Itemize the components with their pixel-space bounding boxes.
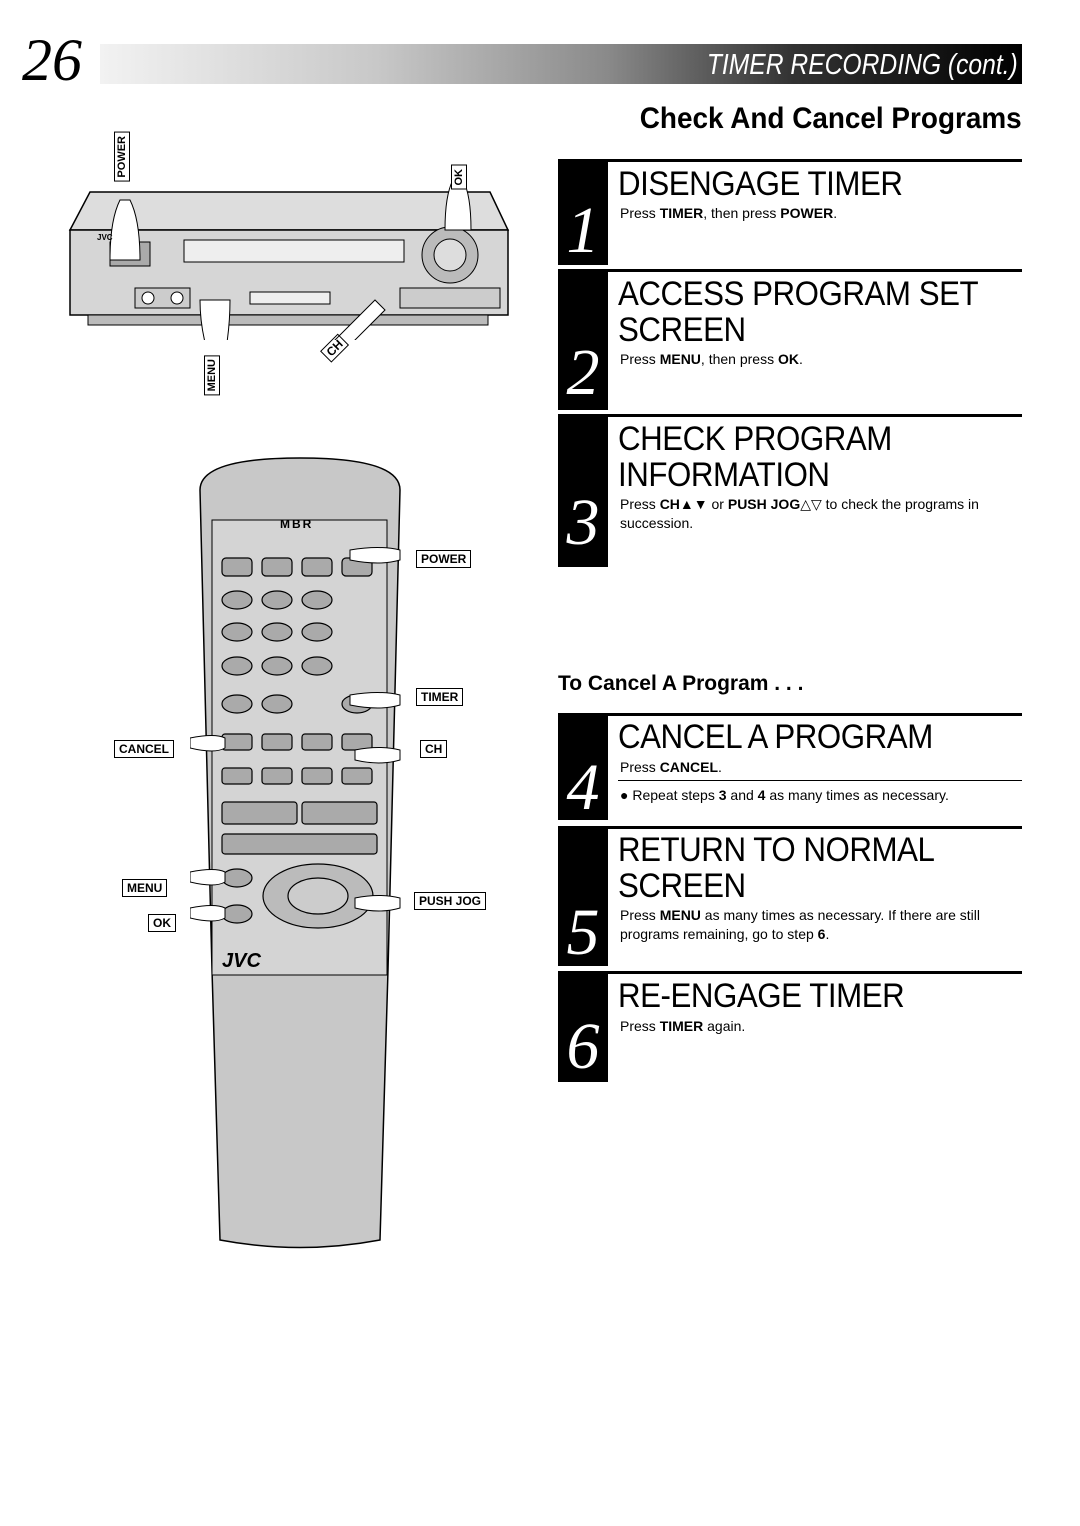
step-note: ● Repeat steps 3 and 4 as many times as … xyxy=(620,787,949,803)
step-number: 4 xyxy=(566,751,600,824)
remote-brand-logo: JVC xyxy=(222,950,261,972)
step-text: Press CANCEL. xyxy=(620,759,722,775)
step-number: 5 xyxy=(566,896,600,969)
divider xyxy=(618,780,1022,781)
vcr-menu-label: MENU xyxy=(204,355,220,396)
manual-page: 26 TIMER RECORDING (cont.) Check And Can… xyxy=(0,0,1080,1526)
remote-ch-label: CH xyxy=(420,740,448,758)
vcr-brand-logo: JVC xyxy=(97,233,113,242)
step-number: 2 xyxy=(566,336,600,409)
subheading: To Cancel A Program . . . xyxy=(558,672,804,695)
vcr-ok-label: OK xyxy=(451,165,467,190)
remote-illustration xyxy=(190,457,401,1249)
vcr-illustration xyxy=(68,179,510,340)
page-number: 26 xyxy=(22,27,82,93)
section-title: Check And Cancel Programs xyxy=(640,102,1022,135)
step-rule xyxy=(558,269,1022,272)
step-title: ACCESS PROGRAM SET SCREEN xyxy=(618,275,978,349)
step-title: RETURN TO NORMAL SCREEN xyxy=(618,831,934,905)
step-number: 1 xyxy=(566,194,600,267)
remote-logo: MBR xyxy=(280,517,314,531)
step-title: DISENGAGE TIMER xyxy=(618,165,903,203)
step-title: CHECK PROGRAM INFORMATION xyxy=(618,420,892,494)
step-text: Press MENU, then press OK. xyxy=(620,351,803,367)
step-text: Press MENU as many times as necessary. I… xyxy=(620,907,980,942)
remote-power-label: POWER xyxy=(416,550,472,568)
step-rule xyxy=(558,414,1022,417)
step-rule xyxy=(558,159,1022,162)
step-rule xyxy=(558,971,1022,974)
step-text: Press TIMER again. xyxy=(620,1018,746,1034)
step-text: Press CH▲▼ or PUSH JOG△▽ to check the pr… xyxy=(620,496,979,531)
remote-ok-label: OK xyxy=(148,914,176,932)
remote-cancel-label: CANCEL xyxy=(114,740,174,758)
remote-timer-label: TIMER xyxy=(416,688,464,706)
remote-push-jog-label: PUSH JOG xyxy=(414,892,487,910)
remote-menu-label: MENU xyxy=(122,879,168,897)
vcr-power-label: POWER xyxy=(114,132,130,182)
step-rule xyxy=(558,713,1022,716)
step-rule xyxy=(558,826,1022,829)
step-title: CANCEL A PROGRAM xyxy=(618,718,933,756)
step-number: 3 xyxy=(566,486,600,559)
step-text: Press TIMER, then press POWER. xyxy=(620,205,838,221)
header-title: TIMER RECORDING (cont.) xyxy=(707,49,1018,81)
step-number: 6 xyxy=(566,1010,600,1083)
step-title: RE-ENGAGE TIMER xyxy=(618,977,905,1015)
